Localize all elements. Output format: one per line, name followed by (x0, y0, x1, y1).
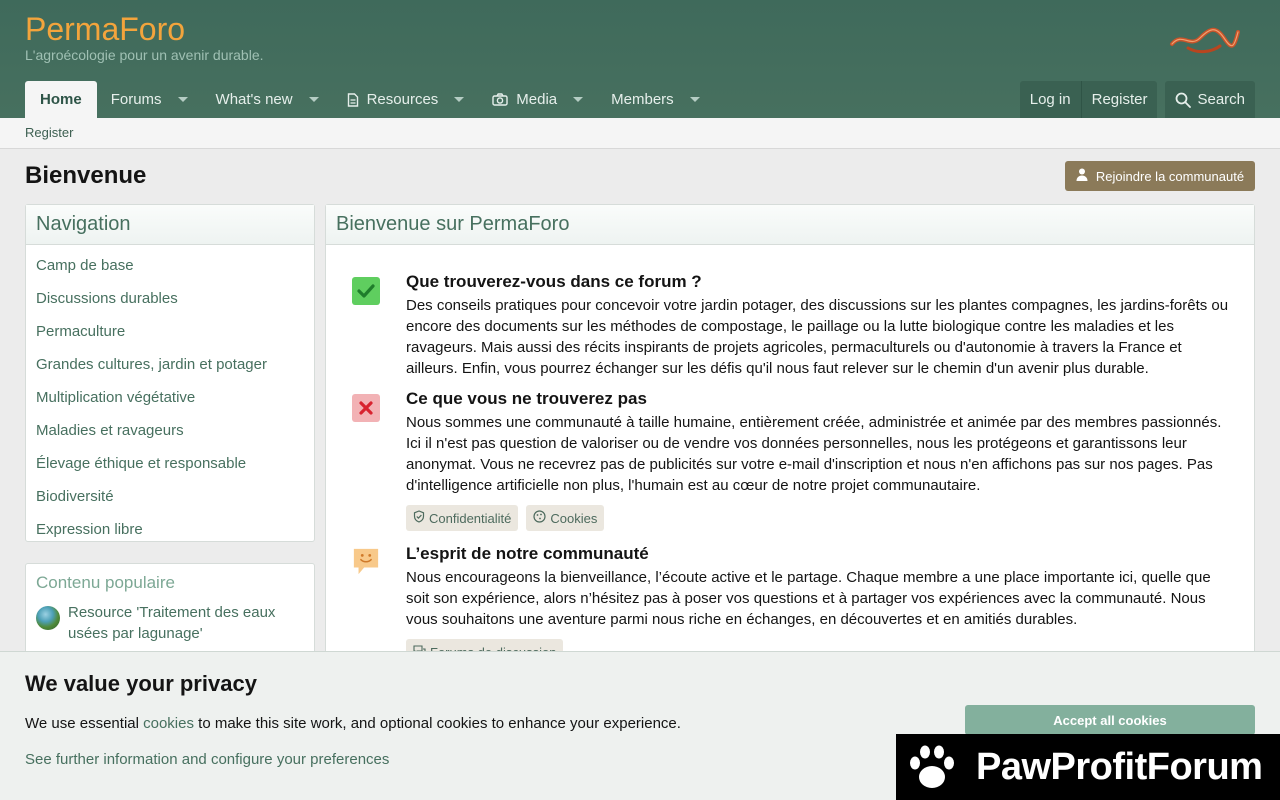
chevron-down-icon[interactable] (177, 97, 188, 102)
sidebar-item-biodiversite[interactable]: Biodiversité (26, 480, 314, 513)
document-icon (347, 92, 359, 107)
section-what-you-wont-find: Ce que vous ne trouverez pas Nous sommes… (406, 389, 1236, 531)
nav-whats-new-label: What's new (215, 91, 293, 108)
site-tagline: L'agroécologie pour un avenir durable. (25, 47, 264, 63)
nav-resources-label: Resources (366, 91, 439, 108)
worm-logo-icon (1170, 27, 1240, 54)
account-nav: Log in Register Search (1019, 81, 1255, 118)
nav-whats-new[interactable]: What's new (202, 81, 333, 118)
section-heading: Ce que vous ne trouverez pas (406, 389, 647, 408)
privacy-tag-label: Confidentialité (429, 510, 512, 526)
section-what-you-find: Que trouverez-vous dans ce forum ? Des c… (406, 272, 1236, 379)
nav-forums-label: Forums (110, 91, 162, 108)
watermark-text: PawProfitForum (976, 745, 1263, 788)
cookie-message-start: We use essential (25, 715, 144, 732)
auth-group: Log in Register (1019, 81, 1158, 118)
welcome-block: Bienvenue sur PermaForo Que trouverez-vo… (325, 204, 1255, 674)
tag-list: Confidentialité Cookies (406, 505, 1236, 531)
sidebar-navigation: Navigation Camp de base Discussions dura… (25, 204, 315, 542)
privacy-tag[interactable]: Confidentialité (406, 505, 519, 531)
navigation-list: Camp de base Discussions durables Permac… (26, 245, 314, 550)
subnav-register-link[interactable]: Register (25, 125, 73, 140)
chevron-down-icon[interactable] (454, 97, 465, 102)
camera-icon (492, 93, 508, 106)
nav-media[interactable]: Media (478, 81, 597, 118)
nav-members[interactable]: Members (597, 81, 714, 118)
checkmark-icon (352, 277, 380, 305)
cookie-icon (533, 510, 546, 526)
search-icon (1175, 92, 1192, 108)
shield-check-icon (413, 510, 425, 526)
section-text: Des conseils pratiques pour concevoir vo… (406, 297, 1229, 377)
nav-members-label: Members (611, 91, 674, 108)
cookie-preferences-link[interactable]: See further information and configure yo… (25, 751, 389, 768)
sidebar-item-permaculture[interactable]: Permaculture (26, 315, 314, 348)
sidebar-item-expression-libre[interactable]: Expression libre (26, 513, 314, 546)
nav-media-label: Media (516, 91, 558, 108)
sidebar-item-discussions-durables[interactable]: Discussions durables (26, 282, 314, 315)
sidebar-item-elevage[interactable]: Élevage éthique et responsable (26, 447, 314, 480)
popular-heading[interactable]: Contenu populaire (26, 564, 314, 602)
chevron-down-icon[interactable] (689, 97, 700, 102)
site-header: PermaForo L'agroécologie pour un avenir … (0, 0, 1280, 118)
watermark: PawProfitForum (896, 734, 1280, 800)
cookie-message: We use essential cookies to make this si… (25, 715, 681, 732)
nav-resources[interactable]: Resources (333, 81, 479, 118)
popular-item: Resource 'Traitement des eaux usées par … (26, 602, 314, 644)
user-icon (1076, 168, 1088, 184)
sidebar-item-multiplication[interactable]: Multiplication végétative (26, 381, 314, 414)
navigation-heading: Navigation (26, 205, 314, 245)
accept-all-cookies-button[interactable]: Accept all cookies (965, 705, 1255, 735)
sidebar-item-maladies[interactable]: Maladies et ravageurs (26, 414, 314, 447)
cookie-message-end: to make this site work, and optional coo… (193, 715, 681, 732)
search-button[interactable]: Search (1165, 81, 1255, 118)
sidebar-item-grandes-cultures[interactable]: Grandes cultures, jardin et potager (26, 348, 314, 381)
resource-thumbnail[interactable] (36, 606, 60, 630)
popular-item-link[interactable]: Resource 'Traitement des eaux usées par … (68, 602, 304, 644)
section-heading: Que trouverez-vous dans ce forum ? (406, 272, 702, 291)
section-text: Nous sommes une communauté à taille huma… (406, 414, 1222, 494)
cookies-tag-label: Cookies (550, 510, 598, 526)
register-button[interactable]: Register (1082, 81, 1158, 118)
join-community-button[interactable]: Rejoindre la communauté (1065, 161, 1255, 191)
search-label: Search (1197, 91, 1245, 108)
section-community-spirit: L’esprit de notre communauté Nous encour… (406, 544, 1236, 665)
brand[interactable]: PermaForo L'agroécologie pour un avenir … (25, 10, 264, 63)
join-button-label: Rejoindre la communauté (1095, 168, 1245, 184)
sidebar-item-camp-de-base[interactable]: Camp de base (26, 249, 314, 282)
chevron-down-icon[interactable] (573, 97, 584, 102)
smile-chat-icon (352, 547, 380, 575)
page-title: Bienvenue (25, 162, 147, 189)
site-title[interactable]: PermaForo (25, 10, 264, 48)
cookies-link[interactable]: cookies (143, 715, 194, 732)
nav-home[interactable]: Home (25, 81, 97, 118)
nav-forums[interactable]: Forums (97, 81, 202, 118)
welcome-heading: Bienvenue sur PermaForo (326, 205, 1254, 245)
paw-icon (910, 745, 954, 788)
main-nav: Home Forums What's new Resources Media M… (25, 81, 714, 118)
cookie-title: We value your privacy (25, 671, 257, 696)
cookies-tag[interactable]: Cookies (526, 505, 605, 531)
section-heading: L’esprit de notre communauté (406, 544, 649, 563)
cross-icon (352, 394, 380, 422)
nav-home-label: Home (40, 91, 82, 108)
section-text: Nous encourageons la bienveillance, l’éc… (406, 569, 1211, 628)
sub-nav: Register (0, 118, 1280, 149)
chevron-down-icon[interactable] (308, 97, 319, 102)
login-button[interactable]: Log in (1020, 81, 1081, 118)
